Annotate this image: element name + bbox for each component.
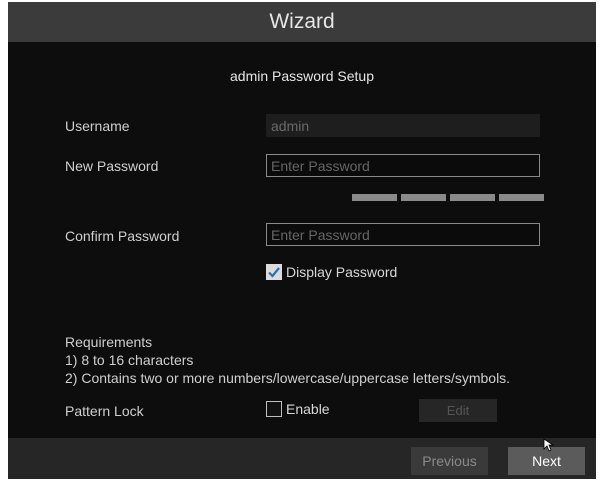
new-password-label: New Password xyxy=(65,158,159,174)
wizard-dialog: Wizard admin Password Setup Username New… xyxy=(8,2,596,479)
strength-segment xyxy=(352,194,397,201)
password-strength-meter xyxy=(352,194,544,201)
confirm-password-field[interactable] xyxy=(266,223,540,246)
requirements-heading: Requirements xyxy=(65,334,153,350)
pattern-lock-label: Pattern Lock xyxy=(65,403,144,419)
username-field xyxy=(266,114,540,137)
pattern-lock-enable-checkbox[interactable]: Enable xyxy=(266,401,330,417)
window-title: Wizard xyxy=(8,2,596,42)
mouse-cursor-icon xyxy=(543,438,555,452)
username-label: Username xyxy=(65,118,130,134)
strength-segment xyxy=(450,194,495,201)
display-password-checkbox[interactable]: Display Password xyxy=(266,264,397,280)
edit-pattern-button[interactable]: Edit xyxy=(419,399,497,422)
previous-button[interactable]: Previous xyxy=(411,447,488,475)
footer-bar: Previous Next xyxy=(8,438,596,479)
strength-segment xyxy=(401,194,446,201)
enable-label: Enable xyxy=(286,401,330,417)
requirement-item: 2) Contains two or more numbers/lowercas… xyxy=(65,370,511,386)
checkbox-unchecked-icon xyxy=(266,401,282,417)
display-password-label: Display Password xyxy=(286,264,398,280)
confirm-password-label: Confirm Password xyxy=(65,228,180,244)
requirement-item: 1) 8 to 16 characters xyxy=(65,352,194,368)
page-subtitle: admin Password Setup xyxy=(230,68,374,84)
checkbox-checked-icon xyxy=(266,264,282,280)
new-password-field[interactable] xyxy=(266,154,540,177)
strength-segment xyxy=(499,194,544,201)
